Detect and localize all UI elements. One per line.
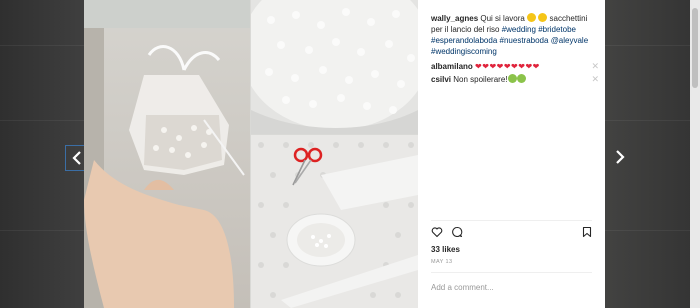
close-icon[interactable]: ✕	[591, 73, 599, 86]
hashtag-weddingiscoming[interactable]: #weddingiscoming	[431, 47, 497, 56]
photo-table-with-supplies	[251, 135, 418, 308]
close-icon[interactable]: ✕	[591, 60, 599, 73]
bookmark-icon[interactable]	[581, 226, 593, 238]
hashtag-esperandolaboda[interactable]: #esperandolaboda	[431, 36, 497, 45]
comment-username[interactable]: csilvi	[431, 75, 451, 84]
comment-text: Non spoilerare!	[453, 75, 508, 84]
post-date: MAY 13	[431, 259, 453, 265]
likes-count[interactable]: 33 likes	[431, 245, 460, 254]
divider	[431, 272, 592, 273]
chevron-right-icon	[616, 150, 625, 164]
post-caption: wally_agnes Qui si lavora sacchettini pe…	[431, 13, 599, 57]
caption-username[interactable]: wally_agnes	[431, 14, 478, 23]
hashtag-nuestraboda[interactable]: #nuestraboda	[500, 36, 549, 45]
add-comment-input[interactable]	[431, 280, 591, 294]
chevron-left-icon	[72, 151, 81, 165]
photo-hand-with-bag	[84, 0, 250, 308]
scrollbar[interactable]	[690, 0, 700, 308]
post-modal: wally_agnes Qui si lavora sacchettini pe…	[84, 0, 605, 308]
divider	[431, 220, 592, 221]
nauseated-face-icon	[516, 74, 526, 83]
comment-item: albamilano ❤❤❤❤❤❤❤❤❤ ✕	[431, 60, 599, 73]
nauseated-face-icon	[507, 74, 517, 83]
photo-rice-confetti	[251, 0, 418, 134]
caption-text-start: Qui si lavora	[478, 14, 528, 23]
comment-username[interactable]: albamilano	[431, 62, 473, 71]
smiling-face-icon	[538, 13, 548, 22]
next-post-button[interactable]	[609, 145, 631, 169]
hashtag-wedding[interactable]: #wedding	[502, 25, 536, 34]
post-actions	[431, 226, 593, 240]
post-details-panel: wally_agnes Qui si lavora sacchettini pe…	[418, 0, 605, 308]
post-image[interactable]	[84, 0, 418, 308]
scrollbar-thumb[interactable]	[692, 8, 698, 88]
mention-aleyvale[interactable]: @aleyvale	[551, 36, 588, 45]
comment-text: ❤❤❤❤❤❤❤❤❤	[475, 62, 540, 71]
comment-bubble-icon[interactable]	[451, 226, 463, 238]
heart-icon[interactable]	[431, 226, 443, 238]
grinning-face-icon	[527, 13, 537, 22]
comment-list: albamilano ❤❤❤❤❤❤❤❤❤ ✕ csilvi Non spoile…	[431, 60, 599, 86]
comment-item: csilvi Non spoilerare! ✕	[431, 73, 599, 86]
hashtag-bridetobe[interactable]: #bridetobe	[538, 25, 576, 34]
